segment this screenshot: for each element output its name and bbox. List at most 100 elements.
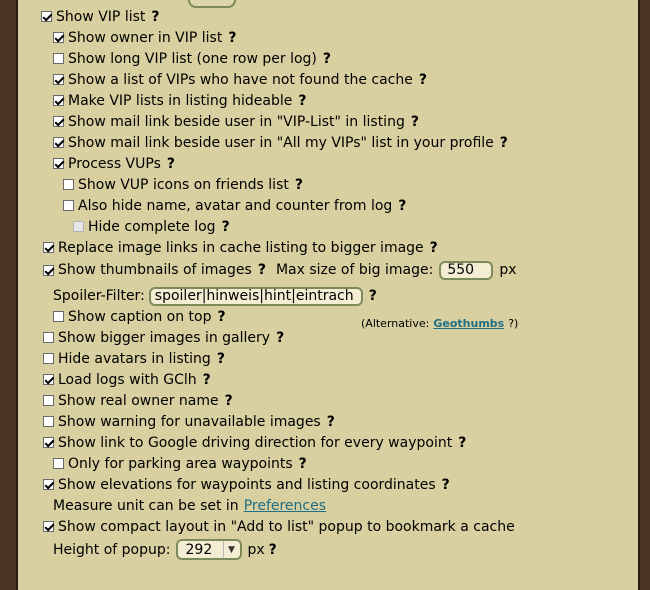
max-size-unit: px xyxy=(499,262,517,278)
real-owner-checkbox[interactable] xyxy=(43,395,54,406)
mail-link-vip-checkbox[interactable] xyxy=(53,116,64,127)
elevations-label: Show elevations for waypoints and listin… xyxy=(58,476,436,493)
replace-image-links-checkbox[interactable] xyxy=(43,242,54,253)
parking-only-label: Only for parking area waypoints xyxy=(68,455,293,472)
help-icon[interactable]: ? xyxy=(203,372,211,388)
help-icon[interactable]: ? xyxy=(458,435,466,451)
row-mail-link-profile: Show mail link beside user in "All my VI… xyxy=(53,132,508,153)
alternative-note: (Alternative: Geothumbs ?) xyxy=(361,314,518,332)
show-owner-vip-label: Show owner in VIP list xyxy=(68,29,223,46)
hide-name-avatar-checkbox[interactable] xyxy=(63,200,74,211)
vup-icons-checkbox[interactable] xyxy=(63,179,74,190)
row-vip-hideable: Make VIP lists in listing hideable ? xyxy=(53,90,306,111)
row-measure-unit: Measure unit can be set in Preferences xyxy=(53,495,326,516)
row-hide-avatars: Hide avatars in listing ? xyxy=(43,348,225,369)
show-caption-label: Show caption on top xyxy=(68,308,212,325)
help-icon[interactable]: ? xyxy=(218,309,226,325)
truncated-input[interactable] xyxy=(188,0,236,8)
help-icon[interactable]: ? xyxy=(276,330,284,346)
row-show-long-vip: Show long VIP list (one row per log) ? xyxy=(53,48,331,69)
load-logs-checkbox[interactable] xyxy=(43,374,54,385)
show-caption-checkbox[interactable] xyxy=(53,311,64,322)
max-size-input[interactable]: 550 xyxy=(439,260,494,280)
vips-not-found-checkbox[interactable] xyxy=(53,74,64,85)
help-icon[interactable]: ? xyxy=(298,93,306,109)
help-icon[interactable]: ? xyxy=(369,288,377,304)
help-icon[interactable]: ? xyxy=(500,135,508,151)
vip-hideable-checkbox[interactable] xyxy=(53,95,64,106)
help-icon[interactable]: ? xyxy=(217,351,225,367)
google-driving-checkbox[interactable] xyxy=(43,437,54,448)
row-mail-link-vip: Show mail link beside user in "VIP-List"… xyxy=(53,111,419,132)
popup-height-unit: px xyxy=(247,541,265,558)
help-icon[interactable]: ? xyxy=(225,393,233,409)
row-show-thumbnails: Show thumbnails of images ? Max size of … xyxy=(43,259,516,281)
replace-image-links-label: Replace image links in cache listing to … xyxy=(58,239,424,256)
row-spoiler-filter: Spoiler-Filter: spoiler|hinweis|hint|ein… xyxy=(53,284,377,308)
vip-hideable-label: Make VIP lists in listing hideable xyxy=(68,92,293,109)
row-warn-unavailable: Show warning for unavailable images ? xyxy=(43,411,335,432)
process-vups-checkbox[interactable] xyxy=(53,158,64,169)
show-thumbnails-checkbox[interactable] xyxy=(43,264,54,276)
mail-link-profile-label: Show mail link beside user in "All my VI… xyxy=(68,134,494,151)
help-icon[interactable]: ? xyxy=(442,477,450,493)
alternative-suffix: ?) xyxy=(508,316,519,330)
show-vip-list-checkbox[interactable] xyxy=(41,11,52,22)
row-hide-name-avatar: Also hide name, avatar and counter from … xyxy=(63,195,406,216)
help-icon[interactable]: ? xyxy=(323,51,331,67)
help-icon[interactable]: ? xyxy=(151,9,159,25)
hide-complete-log-checkbox[interactable] xyxy=(73,221,84,232)
spoiler-filter-input[interactable]: spoiler|hinweis|hint|eintrach xyxy=(148,286,363,306)
show-owner-vip-checkbox[interactable] xyxy=(53,32,64,43)
real-owner-label: Show real owner name xyxy=(58,392,219,409)
vips-not-found-label: Show a list of VIPs who have not found t… xyxy=(68,71,413,88)
help-icon[interactable]: ? xyxy=(327,414,335,430)
bigger-gallery-checkbox[interactable] xyxy=(43,332,54,343)
parking-only-checkbox[interactable] xyxy=(53,458,64,469)
row-real-owner: Show real owner name ? xyxy=(43,390,233,411)
help-icon[interactable]: ? xyxy=(295,177,303,193)
row-vup-icons: Show VUP icons on friends list ? xyxy=(63,174,303,195)
help-icon[interactable]: ? xyxy=(411,114,419,130)
show-long-vip-checkbox[interactable] xyxy=(53,53,64,64)
help-icon[interactable]: ? xyxy=(222,219,230,235)
hide-complete-log-label: Hide complete log xyxy=(88,218,216,235)
warn-unavailable-checkbox[interactable] xyxy=(43,416,54,427)
google-driving-label: Show link to Google driving direction fo… xyxy=(58,434,453,451)
show-thumbnails-label: Show thumbnails of images xyxy=(58,262,252,278)
load-logs-label: Load logs with GClh xyxy=(58,371,197,388)
row-process-vups: Process VUPs ? xyxy=(53,153,175,174)
chevron-down-icon[interactable]: ▼ xyxy=(222,541,240,558)
row-elevations: Show elevations for waypoints and listin… xyxy=(43,474,450,495)
help-icon[interactable]: ? xyxy=(419,72,427,88)
help-icon[interactable]: ? xyxy=(398,198,406,214)
vup-icons-label: Show VUP icons on friends list xyxy=(78,176,289,193)
compact-layout-checkbox[interactable] xyxy=(43,521,54,532)
preferences-link[interactable]: Preferences xyxy=(244,498,326,514)
measure-unit-text: Measure unit can be set in xyxy=(53,497,239,514)
help-icon[interactable]: ? xyxy=(269,542,277,558)
popup-height-value: 292 xyxy=(185,541,213,558)
row-google-driving: Show link to Google driving direction fo… xyxy=(43,432,466,453)
row-bigger-gallery: Show bigger images in gallery ? xyxy=(43,327,284,348)
help-icon[interactable]: ? xyxy=(228,30,236,46)
max-size-label: Max size of big image: xyxy=(275,262,434,278)
help-icon[interactable]: ? xyxy=(299,456,307,472)
row-parking-only: Only for parking area waypoints ? xyxy=(53,453,307,474)
row-popup-height: Height of popup: 292 ▼ px ? xyxy=(53,538,277,561)
mail-link-profile-checkbox[interactable] xyxy=(53,137,64,148)
row-compact-layout: Show compact layout in "Add to list" pop… xyxy=(43,516,515,537)
alternative-prefix: (Alternative: xyxy=(361,316,430,330)
compact-layout-label: Show compact layout in "Add to list" pop… xyxy=(58,518,515,535)
help-icon[interactable]: ? xyxy=(167,156,175,172)
help-icon[interactable]: ? xyxy=(258,262,266,278)
row-hide-complete-log: Hide complete log ? xyxy=(73,216,230,237)
help-icon[interactable]: ? xyxy=(430,240,438,256)
hide-name-avatar-label: Also hide name, avatar and counter from … xyxy=(78,197,393,214)
warn-unavailable-label: Show warning for unavailable images xyxy=(58,413,321,430)
hide-avatars-checkbox[interactable] xyxy=(43,353,54,364)
geothumbs-link[interactable]: Geothumbs xyxy=(433,317,504,330)
popup-height-select[interactable]: 292 ▼ xyxy=(175,539,242,560)
elevations-checkbox[interactable] xyxy=(43,479,54,490)
mail-link-vip-label: Show mail link beside user in "VIP-List"… xyxy=(68,113,405,130)
